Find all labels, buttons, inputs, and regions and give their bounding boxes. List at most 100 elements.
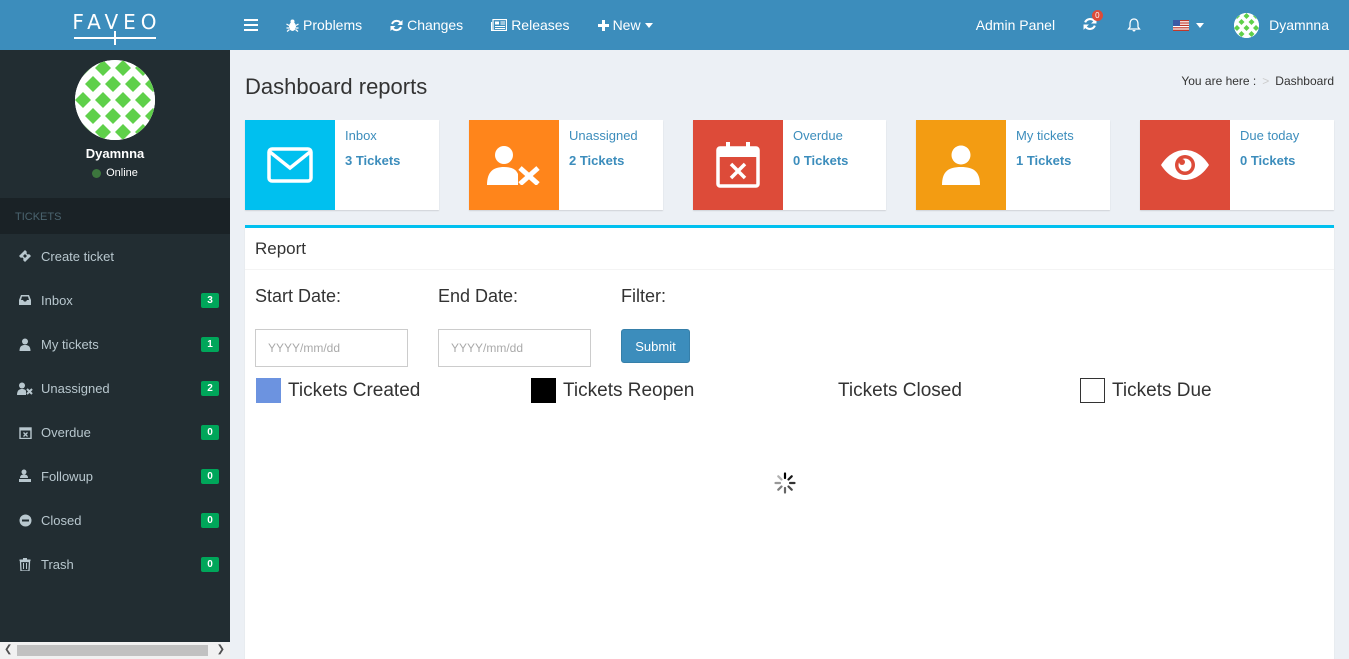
legend-label: Tickets Closed xyxy=(838,379,962,401)
sidebar-item-label: Create ticket xyxy=(41,248,114,264)
sidebar-item-create-ticket[interactable]: Create ticket xyxy=(0,234,230,278)
envelope-icon xyxy=(245,120,335,210)
user-times-icon xyxy=(17,380,33,396)
sidebar-toggle-button[interactable] xyxy=(230,0,272,50)
admin-panel-link[interactable]: Admin Panel xyxy=(962,0,1069,50)
nav-changes[interactable]: Changes xyxy=(376,0,477,50)
sidebar-item-inbox[interactable]: Inbox 3 xyxy=(0,278,230,322)
nav-releases[interactable]: Releases xyxy=(477,0,583,50)
avatar xyxy=(1234,12,1260,38)
legend-swatch xyxy=(1080,378,1105,403)
sidebar-item-closed[interactable]: Closed 0 xyxy=(0,498,230,542)
menu-icon xyxy=(244,19,258,31)
user-name: Dyamnna xyxy=(85,146,145,161)
nav-label: New xyxy=(612,17,641,33)
eye-icon xyxy=(1140,120,1230,210)
info-box-body: Overdue 0 Tickets xyxy=(783,120,858,210)
scroll-right-icon[interactable]: ❯ xyxy=(217,644,225,655)
breadcrumb-separator: > xyxy=(1262,74,1270,88)
sidebar-item-overdue[interactable]: Overdue 0 xyxy=(0,410,230,454)
info-box-my-tickets[interactable]: My tickets 1 Tickets xyxy=(916,120,1110,210)
user-status-text: Online xyxy=(106,167,138,179)
bell-icon xyxy=(1127,18,1141,32)
sidebar: FAVEO Dyamnna Online TICKETS Create tick… xyxy=(0,0,230,659)
count-badge: 0 xyxy=(201,556,219,572)
count-badge: 3 xyxy=(201,292,219,308)
online-dot-icon xyxy=(92,168,102,178)
notifications-button[interactable] xyxy=(1111,0,1157,50)
language-dropdown[interactable] xyxy=(1157,0,1220,50)
legend-tickets-reopen[interactable]: Tickets Reopen xyxy=(531,378,694,403)
breadcrumb-prefix: You are here : xyxy=(1181,74,1257,88)
sidebar-item-label: Trash xyxy=(41,556,74,572)
end-date-label: End Date: xyxy=(438,286,519,306)
breadcrumb: You are here : > Dashboard xyxy=(1181,74,1334,88)
info-box-overdue[interactable]: Overdue 0 Tickets xyxy=(693,120,886,210)
info-box-title: Inbox xyxy=(345,128,377,143)
plus-icon xyxy=(597,19,609,31)
us-flag-icon xyxy=(1173,19,1190,31)
legend-tickets-closed[interactable]: Tickets Closed xyxy=(806,378,962,403)
count-badge: 0 xyxy=(201,468,219,484)
sidebar-item-my-tickets[interactable]: My tickets 1 xyxy=(0,322,230,366)
start-date-input[interactable] xyxy=(255,329,408,367)
sidebar-section-header: TICKETS xyxy=(0,198,230,234)
nav-new-dropdown[interactable]: New xyxy=(584,0,667,50)
sync-button[interactable]: 0 xyxy=(1069,0,1111,50)
logo-mark xyxy=(74,31,156,45)
end-date-input[interactable] xyxy=(438,329,591,367)
user-panel: Dyamnna Online xyxy=(0,50,230,198)
submit-button[interactable]: Submit xyxy=(621,329,690,363)
newspaper-icon xyxy=(491,19,508,31)
start-date-label: Start Date: xyxy=(255,286,342,306)
legend-tickets-due[interactable]: Tickets Due xyxy=(1080,378,1212,403)
ticket-icon xyxy=(17,248,33,264)
page-title: Dashboard reports xyxy=(245,74,428,99)
breadcrumb-current[interactable]: Dashboard xyxy=(1275,74,1334,88)
sidebar-item-trash[interactable]: Trash 0 xyxy=(0,542,230,586)
scroll-left-icon[interactable]: ❮ xyxy=(4,644,12,655)
legend-swatch xyxy=(256,378,281,403)
info-box-inbox[interactable]: Inbox 3 Tickets xyxy=(245,120,439,210)
info-box-title: My tickets xyxy=(1016,128,1074,143)
info-box-body: My tickets 1 Tickets xyxy=(1006,120,1084,210)
legend-swatch xyxy=(531,378,556,403)
info-box-body: Inbox 3 Tickets xyxy=(335,120,410,210)
calendar-times-icon xyxy=(693,120,783,210)
nav-label: Problems xyxy=(303,17,363,33)
info-box-title: Due today xyxy=(1240,128,1300,143)
info-box-unassigned[interactable]: Unassigned 2 Tickets xyxy=(469,120,663,210)
sidebar-item-unassigned[interactable]: Unassigned 2 xyxy=(0,366,230,410)
refresh-icon xyxy=(390,19,403,31)
inbox-icon xyxy=(17,292,33,308)
avatar[interactable] xyxy=(75,60,155,140)
info-box-body: Unassigned 2 Tickets xyxy=(559,120,648,210)
user-times-icon xyxy=(469,120,559,210)
info-box-count: 0 Tickets xyxy=(793,153,849,168)
info-box-count: 2 Tickets xyxy=(569,153,625,168)
legend-swatch xyxy=(806,378,831,403)
sync-badge: 0 xyxy=(1092,9,1103,21)
filter-label: Filter: xyxy=(621,286,666,306)
legend-label: Tickets Due xyxy=(1112,379,1212,401)
topbar-right: Admin Panel 0 Dyamnna xyxy=(962,0,1349,50)
nav-label: Releases xyxy=(511,17,570,33)
info-box-due-today[interactable]: Due today 0 Tickets xyxy=(1140,120,1334,210)
sidebar-item-label: Overdue xyxy=(41,424,91,440)
user-icon xyxy=(916,120,1006,210)
main-content: Dashboard reports You are here : > Dashboa… xyxy=(230,50,1349,659)
horizontal-scrollbar[interactable]: ❮ ❯ xyxy=(0,642,230,659)
user-status: Online xyxy=(92,167,138,179)
sidebar-item-followup[interactable]: Followup 0 xyxy=(0,454,230,498)
user-menu-name: Dyamnna xyxy=(1269,17,1329,33)
legend-tickets-created[interactable]: Tickets Created xyxy=(256,378,420,403)
user-menu[interactable]: Dyamnna xyxy=(1220,0,1349,50)
info-box-count: 3 Tickets xyxy=(345,153,401,168)
report-title: Report xyxy=(245,228,1334,270)
report-panel: Report Start Date: End Date: Filter: Sub… xyxy=(245,225,1334,659)
top-navbar: Problems Changes Releases New Admin Pane… xyxy=(230,0,1349,50)
scrollbar-thumb[interactable] xyxy=(17,645,208,656)
nav-problems[interactable]: Problems xyxy=(272,0,376,50)
brand-logo[interactable]: FAVEO xyxy=(0,0,230,50)
sidebar-item-label: Closed xyxy=(41,512,82,528)
